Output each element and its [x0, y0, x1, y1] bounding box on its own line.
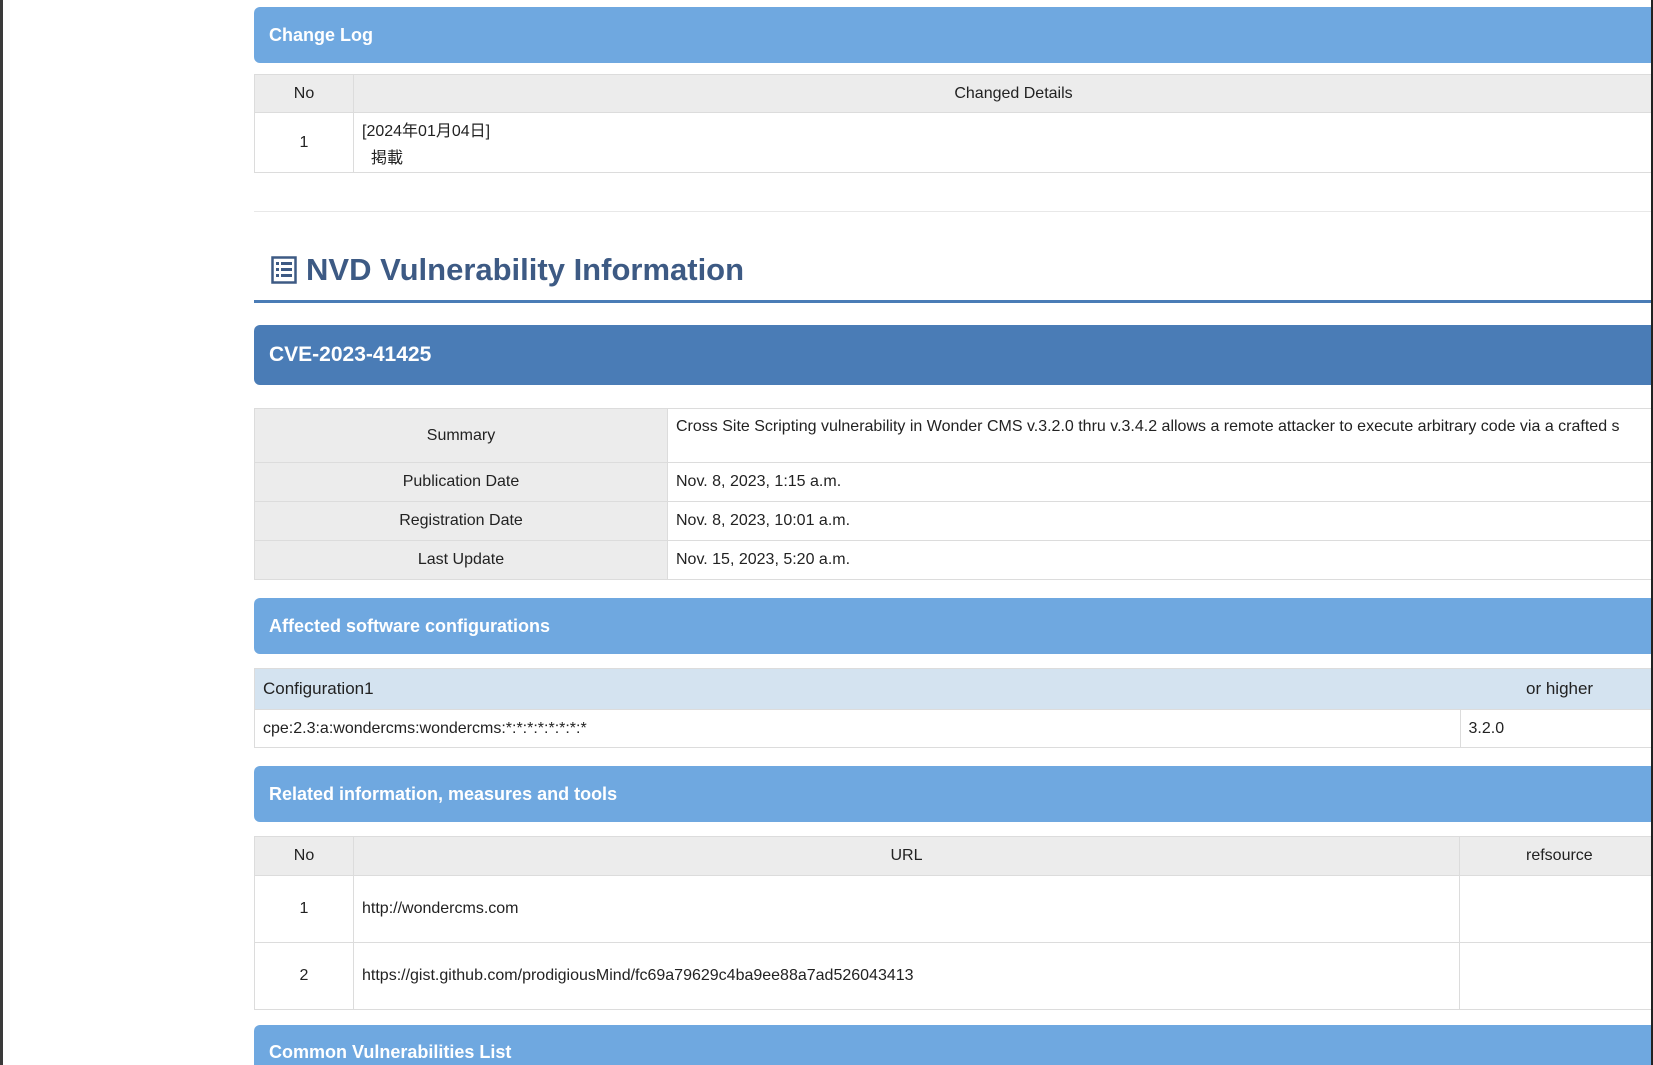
last-update-value: Nov. 15, 2023, 5:20 a.m.: [667, 540, 1651, 580]
change-log-table: No Changed Details 1 [2024年01月04日] 掲載: [254, 74, 1651, 173]
common-vulnerabilities-title: Common Vulnerabilities List: [269, 1042, 512, 1062]
change-log-title: Change Log: [269, 25, 373, 45]
or-higher-label: or higher: [1460, 668, 1651, 710]
nvd-heading: NVD Vulnerability Information: [306, 252, 745, 287]
change-log-detail-cell: [2024年01月04日] 掲載: [353, 112, 1651, 173]
cpe-value: cpe:2.3:a:wondercms:wondercms:*:*:*:*:*:…: [254, 709, 1461, 748]
main-content: Change Log No Changed Details 1 [2024年01…: [254, 0, 1651, 1065]
related-refsource: [1459, 875, 1651, 943]
related-col-no: No: [254, 836, 354, 876]
change-log-detail: 掲載: [371, 150, 404, 167]
table-row: 2 https://gist.github.com/prodigiousMind…: [254, 942, 1651, 1010]
publication-date-label: Publication Date: [254, 462, 668, 502]
change-log-col-details: Changed Details: [353, 74, 1651, 113]
cve-header: CVE-2023-41425: [254, 325, 1651, 385]
page-title: NVD Vulnerability Information: [271, 248, 744, 292]
change-log-col-no: No: [254, 74, 354, 113]
table-row: Registration Date Nov. 8, 2023, 10:01 a.…: [254, 501, 1651, 541]
section-divider: [254, 211, 1651, 212]
summary-label: Summary: [254, 408, 668, 463]
heading-underline: [254, 300, 1651, 303]
table-row: Summary Cross Site Scripting vulnerabili…: [254, 408, 1651, 463]
window-left-edge: [0, 0, 3, 1065]
affected-software-title: Affected software configurations: [269, 616, 551, 636]
related-url-link[interactable]: https://gist.github.com/prodigiousMind/f…: [353, 942, 1460, 1010]
summary-value: Cross Site Scripting vulnerability in Wo…: [667, 408, 1651, 463]
related-info-header: Related information, measures and tools: [254, 766, 1651, 822]
table-row: cpe:2.3:a:wondercms:wondercms:*:*:*:*:*:…: [254, 709, 1651, 748]
related-info-title: Related information, measures and tools: [269, 784, 618, 804]
list-icon: [271, 256, 297, 284]
related-col-url: URL: [353, 836, 1460, 876]
affected-software-header: Affected software configurations: [254, 598, 1651, 654]
cve-detail-table: Summary Cross Site Scripting vulnerabili…: [254, 408, 1651, 580]
configuration-label: Configuration1: [254, 668, 1460, 710]
registration-date-value: Nov. 8, 2023, 10:01 a.m.: [667, 501, 1651, 541]
related-no: 1: [254, 875, 354, 943]
change-log-header: Change Log: [254, 7, 1651, 63]
related-refsource: [1459, 942, 1651, 1010]
related-col-refsource: refsource: [1459, 836, 1651, 876]
affected-config-table: Configuration1 or higher cpe:2.3:a:wonde…: [254, 668, 1651, 748]
publication-date-value: Nov. 8, 2023, 1:15 a.m.: [667, 462, 1651, 502]
table-row: 1 [2024年01月04日] 掲載: [254, 112, 1651, 173]
change-log-date: [2024年01月04日]: [362, 123, 491, 140]
last-update-label: Last Update: [254, 540, 668, 580]
registration-date-label: Registration Date: [254, 501, 668, 541]
table-row: Publication Date Nov. 8, 2023, 1:15 a.m.: [254, 462, 1651, 502]
change-log-no: 1: [254, 112, 354, 173]
common-vulnerabilities-header: Common Vulnerabilities List: [254, 1025, 1651, 1065]
cve-id: CVE-2023-41425: [269, 343, 432, 366]
table-row: Last Update Nov. 15, 2023, 5:20 a.m.: [254, 540, 1651, 580]
related-url-link[interactable]: http://wondercms.com: [353, 875, 1460, 943]
related-no: 2: [254, 942, 354, 1010]
table-row: 1 http://wondercms.com: [254, 875, 1651, 943]
related-info-table: No URL refsource 1 http://wondercms.com …: [254, 836, 1651, 1010]
version-value: 3.2.0: [1459, 709, 1651, 748]
